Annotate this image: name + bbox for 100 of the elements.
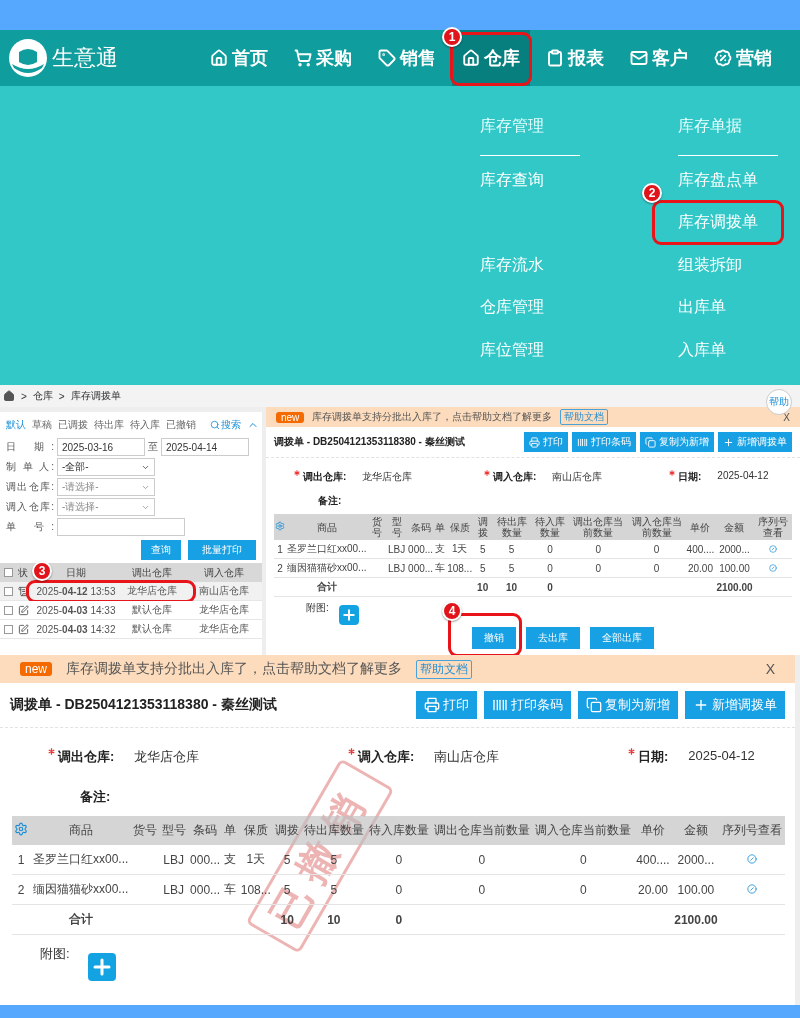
list-row[interactable]: 2025-04-03 14:33 默认仓库 龙华店仓库 — [0, 601, 262, 620]
input-field[interactable] — [57, 518, 185, 536]
row-number: 1 — [12, 845, 31, 875]
settings-icon[interactable] — [14, 822, 29, 836]
field-label: 备注: — [80, 789, 111, 804]
table-cell: 0 — [532, 874, 635, 905]
list-row[interactable]: 2025-04-03 14:32 默认仓库 龙华店仓库 — [0, 620, 262, 639]
table-cell: 2000... — [671, 845, 720, 875]
column-header: 单 — [434, 514, 447, 540]
filter-tab[interactable]: 已撤销 — [166, 418, 196, 432]
table-cell: 20.00 — [685, 558, 716, 578]
help-doc-link[interactable]: 帮助文档 — [560, 409, 609, 425]
nav-item[interactable]: 采购 — [284, 30, 362, 86]
breadcrumb-separator: > — [21, 390, 27, 402]
plus-icon — [340, 607, 357, 623]
action-button[interactable]: 全部出库 — [590, 627, 654, 649]
menu-item[interactable]: 库存调拨单 — [652, 200, 784, 245]
select-field[interactable]: -请选择- — [57, 478, 155, 496]
table-cell: LBJ — [159, 874, 188, 905]
toolbar-button[interactable]: 新增调拨单 — [685, 691, 785, 719]
range-separator: 至 — [148, 440, 158, 454]
table-cell: 合计 — [30, 904, 131, 935]
table-cell: 2100.00 — [715, 577, 754, 597]
home-icon — [210, 49, 228, 67]
serial-view-icon[interactable] — [768, 544, 777, 553]
nav-item[interactable]: 报表 — [536, 30, 614, 86]
menu-item[interactable]: 仓库管理 — [467, 288, 557, 327]
table-cell-text: 默认仓库 — [131, 603, 173, 617]
table-cell: 0 — [569, 558, 628, 578]
help-doc-link[interactable]: 帮助文档 — [416, 659, 472, 679]
menu-item[interactable]: 组装拆卸 — [665, 245, 755, 285]
query-button[interactable]: 查询 — [141, 540, 181, 560]
filter-tab[interactable]: 草稿 — [32, 418, 52, 432]
plus-icon — [723, 436, 734, 448]
step-badge: 3 — [32, 561, 52, 581]
field-label: 调出仓库: — [58, 749, 115, 764]
select-field[interactable]: -请选择- — [57, 498, 155, 516]
checkbox[interactable] — [4, 568, 13, 577]
date-field[interactable]: 2025-04-14 — [161, 438, 249, 456]
add-image-button[interactable] — [87, 953, 116, 982]
table-cell: LBJ — [159, 845, 188, 875]
menu-item[interactable]: 库位管理 — [467, 330, 557, 370]
add-image-button[interactable] — [338, 605, 359, 625]
field-value: 龙华店仓库 — [134, 748, 200, 766]
nav-item[interactable]: 客户 — [620, 30, 698, 86]
search-link[interactable]: 搜索 — [210, 418, 241, 432]
breadcrumb-item[interactable]: 仓库 — [32, 389, 53, 403]
table-cell: LBJ — [386, 540, 408, 559]
menu-item[interactable]: 出库单 — [665, 288, 739, 327]
query-button[interactable]: 批量打印 — [188, 540, 256, 560]
table-cell: 5 — [492, 558, 531, 578]
filter-tab[interactable]: 待出库 — [94, 418, 124, 432]
serial-view-icon[interactable] — [747, 883, 758, 894]
nav-item[interactable]: 首页 — [200, 30, 278, 86]
checkbox[interactable] — [4, 624, 13, 634]
menu-item[interactable]: 入库单 — [665, 330, 739, 370]
toolbar-button[interactable]: 打印条码 — [484, 691, 571, 719]
toolbar-button[interactable]: 复制为新增 — [578, 691, 678, 719]
settings-icon[interactable] — [275, 521, 285, 531]
serial-view-icon[interactable] — [768, 563, 777, 572]
filter-tab[interactable]: 默认 — [6, 418, 26, 432]
table-cell: 1天 — [238, 845, 273, 875]
toolbar-button[interactable]: 打印 — [416, 691, 477, 719]
edit-icon — [18, 623, 29, 635]
column-header: 待出库数量 — [492, 514, 531, 540]
checkbox[interactable] — [4, 586, 13, 596]
column-header: 条码 — [407, 514, 435, 540]
row-number: 1 — [274, 540, 286, 559]
toolbar-button[interactable]: 复制为新增 — [640, 432, 714, 452]
nav-item[interactable]: 营销 — [704, 30, 782, 86]
filter-tab[interactable]: 待入库 — [130, 418, 160, 432]
toolbar-button[interactable]: 打印条码 — [572, 432, 636, 452]
table-cell: 合计 — [286, 577, 368, 597]
select-field[interactable]: -全部- — [57, 458, 155, 476]
menu-item[interactable]: 库存流水 — [467, 245, 557, 285]
home-icon[interactable] — [3, 390, 15, 402]
column-header: 调出仓库当前数量 — [431, 816, 533, 846]
filter-tab[interactable]: 已调拨 — [58, 418, 88, 432]
column-header: 序列号查看 — [753, 514, 792, 540]
action-button[interactable]: 去出库 — [526, 627, 580, 649]
close-button[interactable]: X — [765, 661, 775, 677]
column-header: 调出仓库当前数量 — [569, 514, 628, 540]
toolbar-button[interactable]: 新增调拨单 — [718, 432, 792, 452]
action-button[interactable]: 撤销 — [472, 627, 516, 649]
menu-heading: 库存管理 — [480, 114, 580, 156]
table-cell: 缅因猫猫砂xx00... — [30, 874, 131, 905]
breadcrumb-item[interactable]: 库存调拨单 — [70, 389, 121, 403]
serial-view-icon[interactable] — [747, 853, 758, 864]
table-cell-text: 龙华店仓库 — [198, 622, 250, 636]
column-header: 状 — [18, 566, 28, 578]
checkbox[interactable] — [4, 605, 13, 615]
clipboard-icon — [546, 49, 564, 67]
menu-item[interactable]: 库存查询 — [467, 160, 557, 200]
toolbar-button[interactable]: 打印 — [524, 432, 568, 452]
menu-item[interactable]: 库存盘点单 — [665, 160, 771, 200]
date-field[interactable]: 2025-03-16 — [57, 438, 145, 456]
copy-icon — [586, 697, 602, 713]
row-number: 2 — [12, 874, 31, 905]
field-value: 南山店仓库 — [552, 470, 603, 484]
field-value: 2025-04-12 — [688, 748, 755, 765]
